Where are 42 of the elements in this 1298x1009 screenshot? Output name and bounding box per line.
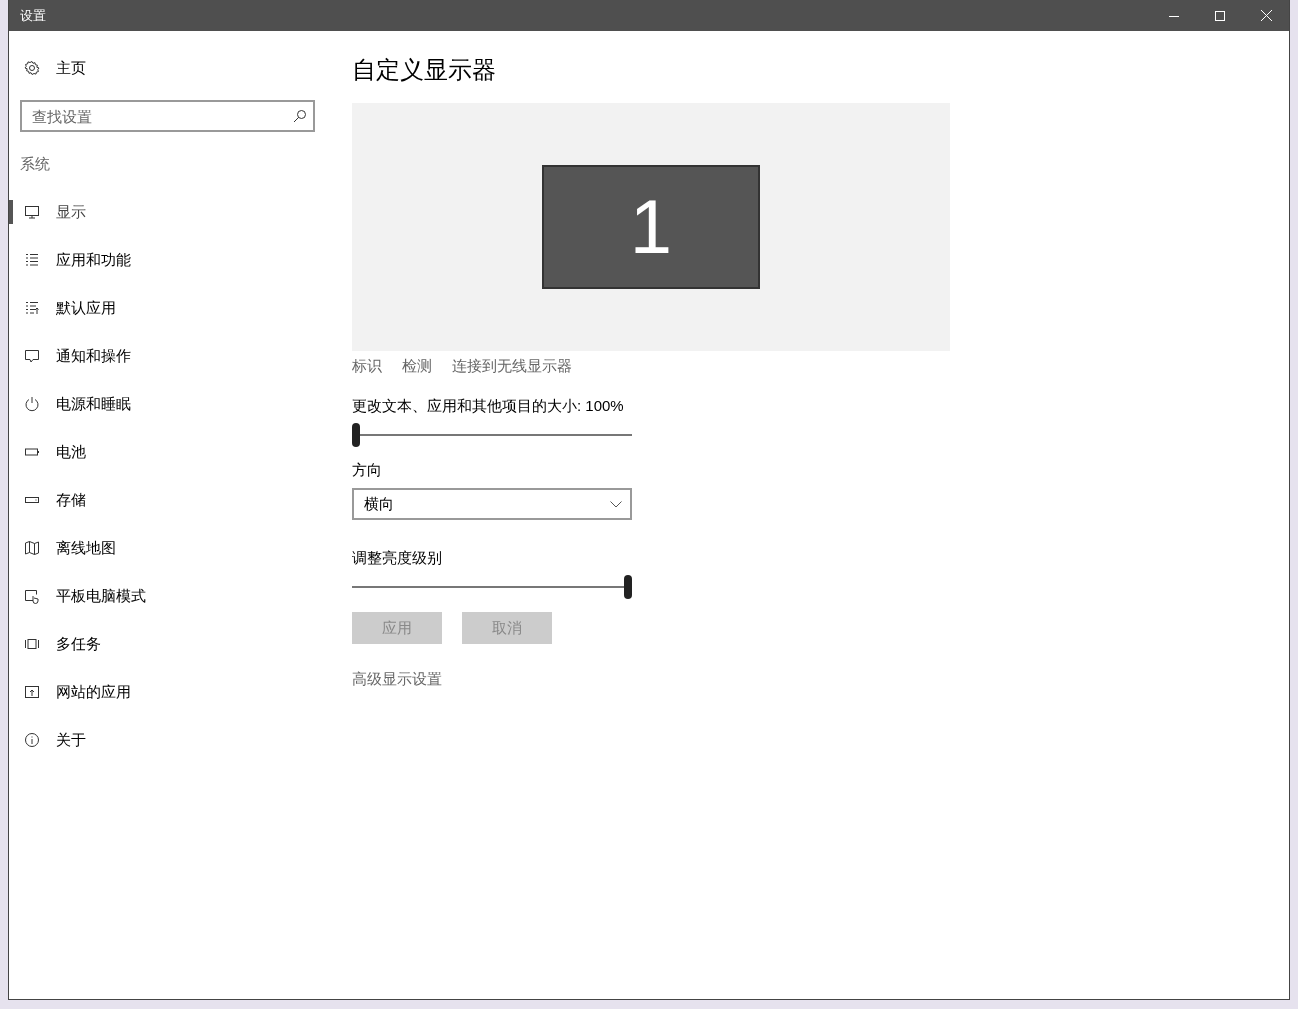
info-icon (24, 732, 40, 748)
window-title: 设置 (19, 6, 47, 25)
scale-label: 更改文本、应用和其他项目的大小: 100% (352, 396, 624, 416)
power-icon (24, 396, 40, 412)
multitask-icon (24, 636, 40, 652)
sidebar-item[interactable]: 离线地图 (9, 524, 329, 572)
sidebar-item[interactable]: 关于 (9, 716, 329, 764)
advanced-settings-link[interactable]: 高级显示设置 (352, 669, 442, 689)
page-title: 自定义显示器 (352, 55, 496, 85)
section-heading: 系统 (20, 154, 51, 174)
sidebar-item[interactable]: 电源和睡眠 (9, 380, 329, 428)
sidebar-item[interactable]: 应用和功能 (9, 236, 329, 284)
sidebar-item[interactable]: 电池 (9, 428, 329, 476)
list-arrow-icon (24, 300, 40, 316)
sidebar-item[interactable]: 存储 (9, 476, 329, 524)
link[interactable]: 检测 (402, 356, 432, 376)
chevron-down-icon (610, 500, 622, 508)
slider-thumb[interactable] (352, 423, 360, 447)
link[interactable]: 标识 (352, 356, 382, 376)
close-icon (1260, 10, 1272, 21)
brightness-label: 调整亮度级别 (352, 548, 442, 568)
tablet-hand-icon (24, 588, 40, 604)
list-icon (24, 252, 40, 268)
home-nav-item[interactable]: 主页 (9, 52, 92, 84)
monitor-icon (24, 204, 40, 220)
upload-box-icon (24, 684, 40, 700)
speech-bubble-icon (24, 348, 40, 364)
orientation-label: 方向 (352, 460, 382, 480)
sidebar-item[interactable]: 网站的应用 (9, 668, 329, 716)
sidebar-item[interactable]: 默认应用 (9, 284, 329, 332)
sidebar-item[interactable]: 通知和操作 (9, 332, 329, 380)
search-field[interactable]: 查找设置 (20, 100, 315, 132)
monitor-tile[interactable]: 1 (542, 165, 760, 289)
map-icon (24, 540, 40, 556)
sidebar-item[interactable]: 平板电脑模式 (9, 572, 329, 620)
maximize-icon (1215, 10, 1225, 21)
sidebar-item[interactable]: 多任务 (9, 620, 329, 668)
gear-icon (24, 60, 40, 76)
search-icon (292, 108, 308, 124)
link[interactable]: 连接到无线显示器 (452, 356, 572, 376)
orientation-dropdown[interactable]: 横向 (352, 488, 632, 520)
slider-thumb[interactable] (624, 575, 632, 599)
